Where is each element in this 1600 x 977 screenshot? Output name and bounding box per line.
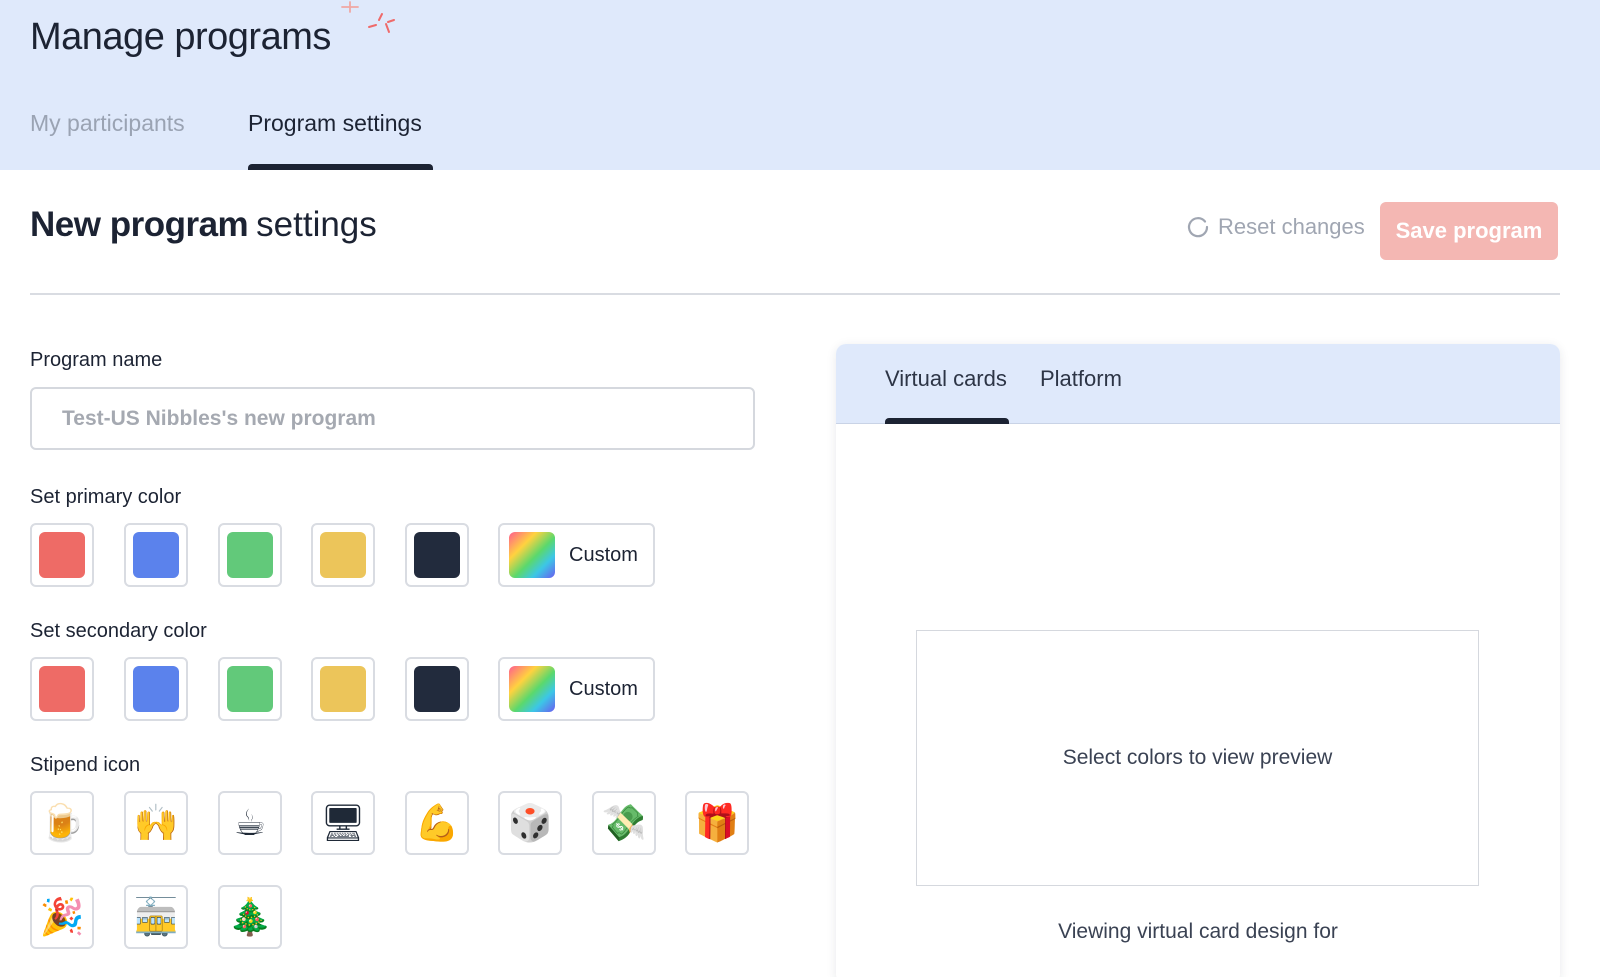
stipend-option-raising-hands[interactable]: 🙌 <box>124 791 188 855</box>
beer-mug-icon: 🍺 <box>39 803 85 844</box>
top-header: Manage programs My participants Program … <box>0 0 1600 170</box>
primary-color-label: Set primary color <box>30 486 182 508</box>
viewing-design-text: Viewing virtual card design for <box>1058 920 1338 943</box>
color-swatch <box>227 666 273 712</box>
preview-panel: Virtual cards Platform Select colors to … <box>836 344 1560 977</box>
color-swatch <box>133 666 179 712</box>
flexed-biceps-icon: 💪 <box>414 803 460 844</box>
primary-color-navy[interactable] <box>405 523 469 587</box>
game-die-icon: 🎲 <box>507 803 553 844</box>
rainbow-swatch-icon <box>509 666 555 712</box>
primary-color-blue[interactable] <box>124 523 188 587</box>
money-with-wings-icon: 💸 <box>601 803 647 844</box>
color-swatch <box>414 532 460 578</box>
secondary-color-green[interactable] <box>218 657 282 721</box>
stipend-option-money[interactable]: 💸 <box>592 791 656 855</box>
preview-tabs: Virtual cards Platform <box>836 344 1560 424</box>
christmas-tree-icon: 🎄 <box>227 897 273 938</box>
tram-car-icon: 🚋 <box>133 897 179 938</box>
color-swatch <box>320 532 366 578</box>
stipend-option-coffee[interactable]: ☕ <box>218 791 282 855</box>
primary-color-yellow[interactable] <box>311 523 375 587</box>
reset-changes-label: Reset changes <box>1218 214 1365 239</box>
active-preview-tab-indicator <box>885 418 1009 424</box>
primary-color-custom-button[interactable]: Custom <box>498 523 655 587</box>
stipend-option-tree[interactable]: 🎄 <box>218 885 282 949</box>
secondary-color-blue[interactable] <box>124 657 188 721</box>
primary-color-red[interactable] <box>30 523 94 587</box>
secondary-color-yellow[interactable] <box>311 657 375 721</box>
page-title: Manage programs <box>30 16 331 58</box>
active-tab-indicator <box>248 164 433 170</box>
raising-hands-icon: 🙌 <box>133 803 179 844</box>
preview-placeholder: Select colors to view preview <box>1062 746 1333 769</box>
color-swatch <box>414 666 460 712</box>
custom-label: Custom <box>569 543 638 566</box>
rainbow-swatch-icon <box>509 532 555 578</box>
stipend-option-computer[interactable]: 🖥 <box>311 791 375 855</box>
desktop-computer-icon: 🖥 <box>320 803 366 844</box>
color-swatch <box>133 532 179 578</box>
stipend-option-beer[interactable]: 🍺 <box>30 791 94 855</box>
hot-beverage-icon: ☕ <box>233 802 267 844</box>
settings-title-light: settings <box>256 205 377 244</box>
reset-changes-button[interactable]: Reset changes <box>1186 214 1365 240</box>
color-swatch <box>227 532 273 578</box>
custom-label: Custom <box>569 677 638 700</box>
tab-program-settings[interactable]: Program settings <box>248 110 422 137</box>
save-program-button[interactable]: Save program <box>1380 202 1558 260</box>
tab-virtual-cards[interactable]: Virtual cards <box>885 366 1007 392</box>
program-name-input[interactable] <box>30 387 755 450</box>
tab-my-participants[interactable]: My participants <box>30 110 185 137</box>
color-swatch <box>320 666 366 712</box>
color-swatch <box>39 666 85 712</box>
stipend-option-party[interactable]: 🎉 <box>30 885 94 949</box>
stipend-option-gift[interactable]: 🎁 <box>685 791 749 855</box>
stipend-icon-label: Stipend icon <box>30 754 141 776</box>
party-popper-icon: 🎉 <box>39 897 85 938</box>
wrapped-gift-icon: 🎁 <box>694 803 740 844</box>
section-divider <box>30 293 1560 295</box>
secondary-color-red[interactable] <box>30 657 94 721</box>
settings-title-bold: New program <box>30 205 249 244</box>
program-name-label: Program name <box>30 349 163 371</box>
sparkle-decoration-icon <box>341 1 395 33</box>
stipend-option-die[interactable]: 🎲 <box>498 791 562 855</box>
secondary-color-label: Set secondary color <box>30 620 207 642</box>
stipend-option-biceps[interactable]: 💪 <box>405 791 469 855</box>
tab-platform[interactable]: Platform <box>1040 366 1122 392</box>
secondary-color-custom-button[interactable]: Custom <box>498 657 655 721</box>
secondary-color-navy[interactable] <box>405 657 469 721</box>
card-preview-box: Select colors to view preview <box>916 630 1479 886</box>
color-swatch <box>39 532 85 578</box>
reset-icon <box>1187 217 1209 238</box>
primary-color-green[interactable] <box>218 523 282 587</box>
stipend-option-tram[interactable]: 🚋 <box>124 885 188 949</box>
settings-heading: New program settings <box>30 205 377 245</box>
